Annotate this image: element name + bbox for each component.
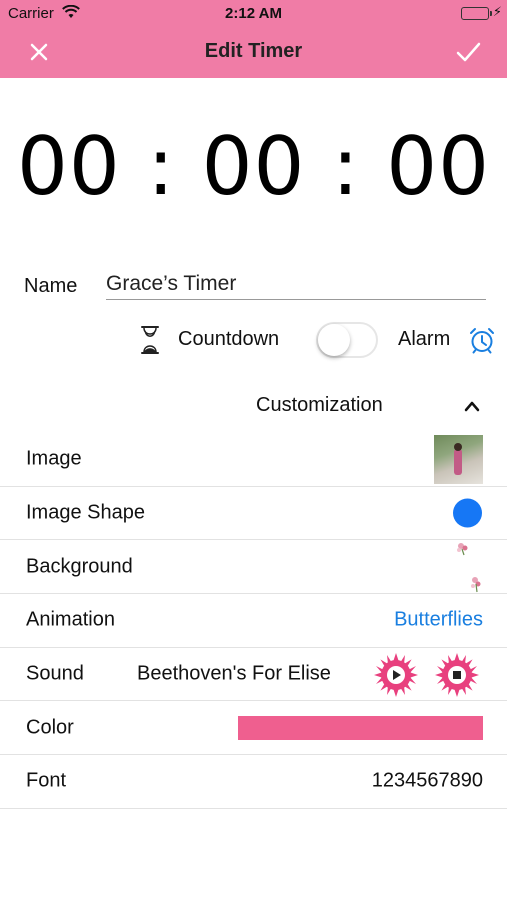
page-title: Edit Timer (204, 40, 303, 62)
sound-label: Sound (26, 662, 84, 685)
alarm-label: Alarm (398, 328, 451, 350)
setting-row-animation[interactable]: Animation Butterflies (0, 594, 507, 648)
nav-bar: Edit Timer (0, 26, 507, 78)
image-shape-label: Image Shape (26, 501, 145, 524)
animation-value[interactable]: Butterflies (394, 609, 483, 632)
chevron-up-icon (464, 401, 480, 412)
setting-row-image-shape[interactable]: Image Shape (0, 487, 507, 541)
setting-row-font[interactable]: Font 1234567890 (0, 755, 507, 809)
stop-icon[interactable] (434, 652, 480, 698)
sound-value[interactable]: Beethoven's For Elise (137, 663, 331, 686)
play-icon[interactable] (373, 652, 419, 698)
background-label: Background (26, 555, 133, 578)
status-time: 2:12 AM (225, 5, 282, 22)
name-input[interactable] (106, 268, 486, 300)
status-bar: Carrier 2:12 AM ⚡ (0, 0, 507, 26)
image-thumbnail[interactable] (434, 435, 483, 484)
countdown-label: Countdown (178, 328, 280, 350)
animation-label: Animation (26, 608, 115, 631)
name-row: Name (24, 268, 486, 302)
hourglass-icon (141, 326, 159, 354)
mode-row: Countdown Alarm (0, 318, 507, 362)
toggle-knob (318, 324, 350, 356)
setting-row-sound[interactable]: Sound Beethoven's For Elise (0, 648, 507, 702)
charging-bolt-icon: ⚡ (492, 4, 502, 19)
setting-row-background[interactable]: Background (0, 540, 507, 595)
color-label: Color (26, 716, 74, 739)
font-preview[interactable]: 1234567890 (372, 770, 483, 793)
image-shape-circle[interactable] (453, 498, 482, 528)
background-thumbnail[interactable] (453, 540, 483, 593)
image-label: Image (26, 447, 82, 470)
name-label: Name (24, 275, 78, 297)
alarm-clock-icon (470, 328, 494, 354)
timer-display[interactable]: 00 : 00 : 00 (0, 120, 507, 230)
battery-icon (461, 7, 492, 20)
customization-toggle[interactable]: Customization (0, 388, 507, 424)
color-swatch[interactable] (238, 715, 483, 740)
countdown-alarm-toggle[interactable] (316, 322, 378, 358)
setting-row-color[interactable]: Color (0, 701, 507, 756)
customization-list: Image Image Shape Background Animation B… (0, 433, 507, 809)
checkmark-icon[interactable] (453, 37, 483, 67)
font-label: Font (26, 769, 67, 792)
setting-row-image[interactable]: Image (0, 433, 507, 487)
